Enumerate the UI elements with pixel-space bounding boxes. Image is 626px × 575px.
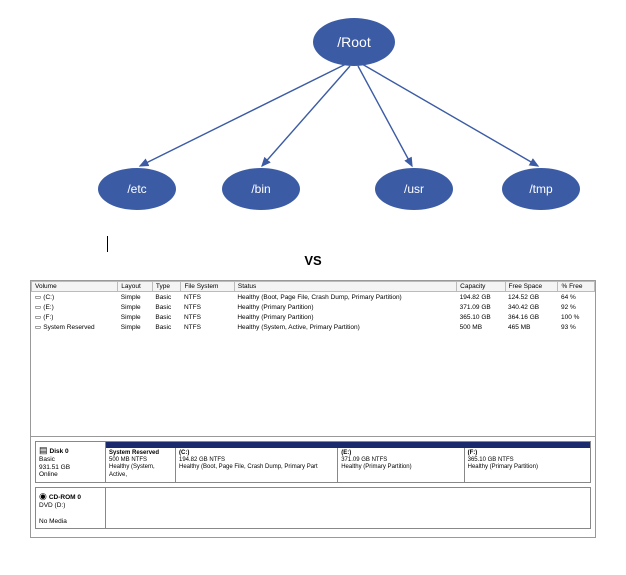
text-cursor [107, 236, 108, 252]
cell-free: 364.16 GB [505, 312, 558, 322]
partition-container: System Reserved500 MB NTFSHealthy (Syste… [106, 442, 590, 482]
partitions: System Reserved500 MB NTFSHealthy (Syste… [106, 448, 590, 482]
disk-graphical-pane: ▤Disk 0Basic931.51 GBOnlineSystem Reserv… [31, 437, 595, 537]
partition-status: Healthy (Primary Partition) [468, 464, 587, 471]
disk-type: DVD (D:) [39, 502, 65, 509]
col-filesystem[interactable]: File System [181, 282, 234, 292]
vs-label: VS [0, 253, 626, 268]
cell-free: 124.52 GB [505, 292, 558, 303]
cell-pct: 100 % [558, 312, 595, 322]
cell-fs: NTFS [181, 302, 234, 312]
cell-layout: Simple [118, 292, 153, 303]
tree-node-tmp: /tmp [502, 168, 580, 210]
cell-fs: NTFS [181, 312, 234, 322]
partition-status: Healthy (Primary Partition) [341, 464, 460, 471]
disk-name: CD-ROM 0 [49, 494, 81, 501]
node-label: /etc [127, 182, 146, 196]
disk-row[interactable]: ▤Disk 0Basic931.51 GBOnlineSystem Reserv… [35, 441, 591, 483]
filesystem-tree-diagram: /Root /etc /bin /usr /tmp [0, 0, 626, 215]
col-status[interactable]: Status [234, 282, 456, 292]
col-freespace[interactable]: Free Space [505, 282, 558, 292]
col-volume[interactable]: Volume [32, 282, 118, 292]
cell-volume: ▭ System Reserved [32, 322, 118, 332]
cell-capacity: 365.10 GB [457, 312, 505, 322]
volume-table: Volume Layout Type File System Status Ca… [31, 281, 595, 332]
partition-title: (F:) [468, 450, 587, 457]
cell-layout: Simple [118, 322, 153, 332]
root-label: /Root [337, 34, 370, 50]
cell-status: Healthy (Primary Partition) [234, 302, 456, 312]
cell-type: Basic [152, 292, 181, 303]
cell-capacity: 194.82 GB [457, 292, 505, 303]
partition[interactable]: (E:)371.09 GB NTFSHealthy (Primary Parti… [338, 448, 464, 482]
cell-type: Basic [152, 322, 181, 332]
disk-size: 931.51 GB [39, 464, 70, 471]
node-label: /usr [404, 182, 424, 196]
partition-status: Healthy (Boot, Page File, Crash Dump, Pr… [179, 464, 334, 471]
col-type[interactable]: Type [152, 282, 181, 292]
cell-status: Healthy (System, Active, Primary Partiti… [234, 322, 456, 332]
partition[interactable]: (F:)365.10 GB NTFSHealthy (Primary Parti… [465, 448, 590, 482]
disk-type: Basic [39, 456, 55, 463]
table-row[interactable]: ▭ (C:)SimpleBasicNTFSHealthy (Boot, Page… [32, 292, 595, 303]
tree-node-root: /Root [313, 18, 395, 66]
node-label: /bin [251, 182, 270, 196]
table-row[interactable]: ▭ (F:)SimpleBasicNTFSHealthy (Primary Pa… [32, 312, 595, 322]
cell-capacity: 500 MB [457, 322, 505, 332]
volume-icon: ▭ [35, 313, 42, 321]
partition-status: Healthy (System, Active, [109, 464, 172, 478]
disk-label: ◉CD-ROM 0DVD (D:) No Media [36, 488, 106, 528]
partition-title: (C:) [179, 450, 334, 457]
cell-layout: Simple [118, 302, 153, 312]
cell-volume: ▭ (F:) [32, 312, 118, 322]
tree-node-etc: /etc [98, 168, 176, 210]
cell-volume: ▭ (C:) [32, 292, 118, 303]
cell-capacity: 371.09 GB [457, 302, 505, 312]
node-label: /tmp [529, 182, 552, 196]
partition-size: 500 MB NTFS [109, 457, 172, 464]
partition-size: 365.10 GB NTFS [468, 457, 587, 464]
disk-row[interactable]: ◉CD-ROM 0DVD (D:) No Media [35, 487, 591, 529]
tree-node-bin: /bin [222, 168, 300, 210]
cell-status: Healthy (Boot, Page File, Crash Dump, Pr… [234, 292, 456, 303]
cell-fs: NTFS [181, 322, 234, 332]
cell-free: 340.42 GB [505, 302, 558, 312]
col-layout[interactable]: Layout [118, 282, 153, 292]
cell-fs: NTFS [181, 292, 234, 303]
partition-size: 371.09 GB NTFS [341, 457, 460, 464]
col-capacity[interactable]: Capacity [457, 282, 505, 292]
table-header-row: Volume Layout Type File System Status Ca… [32, 282, 595, 292]
cell-pct: 92 % [558, 302, 595, 312]
cell-type: Basic [152, 312, 181, 322]
disk-label: ▤Disk 0Basic931.51 GBOnline [36, 442, 106, 482]
volume-list-pane: Volume Layout Type File System Status Ca… [31, 281, 595, 437]
cell-status: Healthy (Primary Partition) [234, 312, 456, 322]
partition-size: 194.82 GB NTFS [179, 457, 334, 464]
tree-node-usr: /usr [375, 168, 453, 210]
col-pctfree[interactable]: % Free [558, 282, 595, 292]
partition-title: System Reserved [109, 450, 172, 457]
partition[interactable]: (C:)194.82 GB NTFSHealthy (Boot, Page Fi… [176, 448, 338, 482]
table-row[interactable]: ▭ System ReservedSimpleBasicNTFSHealthy … [32, 322, 595, 332]
disk-management-window: Volume Layout Type File System Status Ca… [30, 280, 596, 538]
cell-free: 465 MB [505, 322, 558, 332]
cell-pct: 64 % [558, 292, 595, 303]
disk-icon: ▤ [39, 445, 48, 456]
disk-name: Disk 0 [50, 448, 69, 455]
cell-volume: ▭ (E:) [32, 302, 118, 312]
volume-icon: ▭ [35, 323, 42, 331]
partition-container [106, 488, 590, 528]
disk-status: Online [39, 471, 58, 478]
cell-type: Basic [152, 302, 181, 312]
cell-pct: 93 % [558, 322, 595, 332]
disk-status: No Media [39, 518, 67, 525]
cell-layout: Simple [118, 312, 153, 322]
partition-title: (E:) [341, 450, 460, 457]
disk-icon: ◉ [39, 491, 47, 502]
volume-icon: ▭ [35, 293, 42, 301]
table-row[interactable]: ▭ (E:)SimpleBasicNTFSHealthy (Primary Pa… [32, 302, 595, 312]
volume-icon: ▭ [35, 303, 42, 311]
partition[interactable]: System Reserved500 MB NTFSHealthy (Syste… [106, 448, 176, 482]
